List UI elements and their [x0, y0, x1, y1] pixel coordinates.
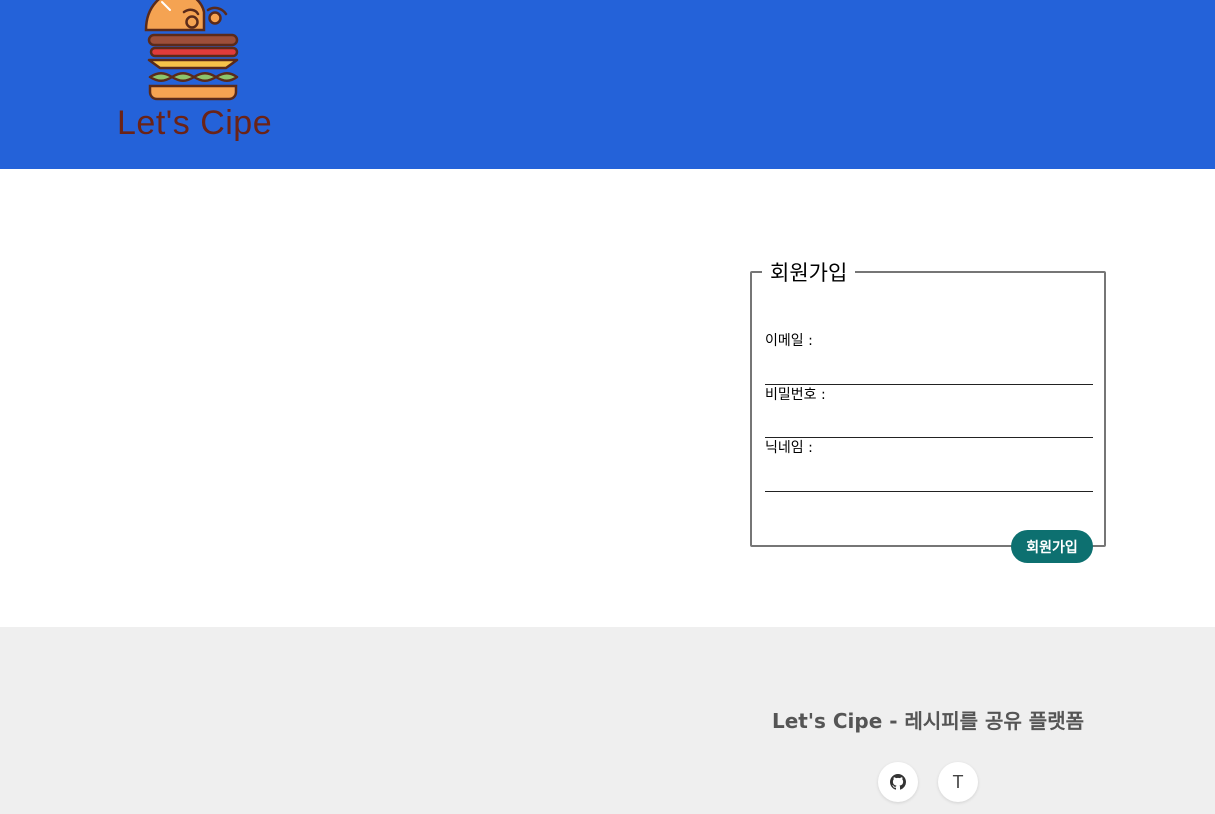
logo-link[interactable]: Let's Cipe [112, 0, 274, 150]
signup-legend: 회원가입 [770, 261, 848, 285]
nickname-field[interactable] [765, 465, 1093, 492]
footer-title: Let's Cipe - 레시피를 공유 플랫폼 [771, 709, 1085, 733]
password-field[interactable] [765, 411, 1093, 438]
signup-form: 회원가입 이메일 : 비밀번호 : 닉네임 : 회원가입 [750, 257, 1106, 563]
burger-logo-icon [144, 0, 239, 101]
tistory-link[interactable]: T [938, 762, 978, 802]
logo-text: Let's Cipe [117, 104, 273, 142]
nickname-label: 닉네임 : [765, 440, 813, 456]
github-link[interactable] [878, 762, 918, 802]
github-icon [890, 774, 906, 790]
site-footer: Let's Cipe - 레시피를 공유 플랫폼 T [0, 627, 1215, 814]
password-label: 비밀번호 : [765, 387, 826, 403]
signup-button[interactable]: 회원가입 [1011, 530, 1093, 563]
site-header: Let's Cipe [0, 0, 1215, 169]
email-label: 이메일 : [765, 333, 813, 349]
email-field[interactable] [765, 358, 1093, 385]
tistory-icon: T [952, 771, 964, 792]
